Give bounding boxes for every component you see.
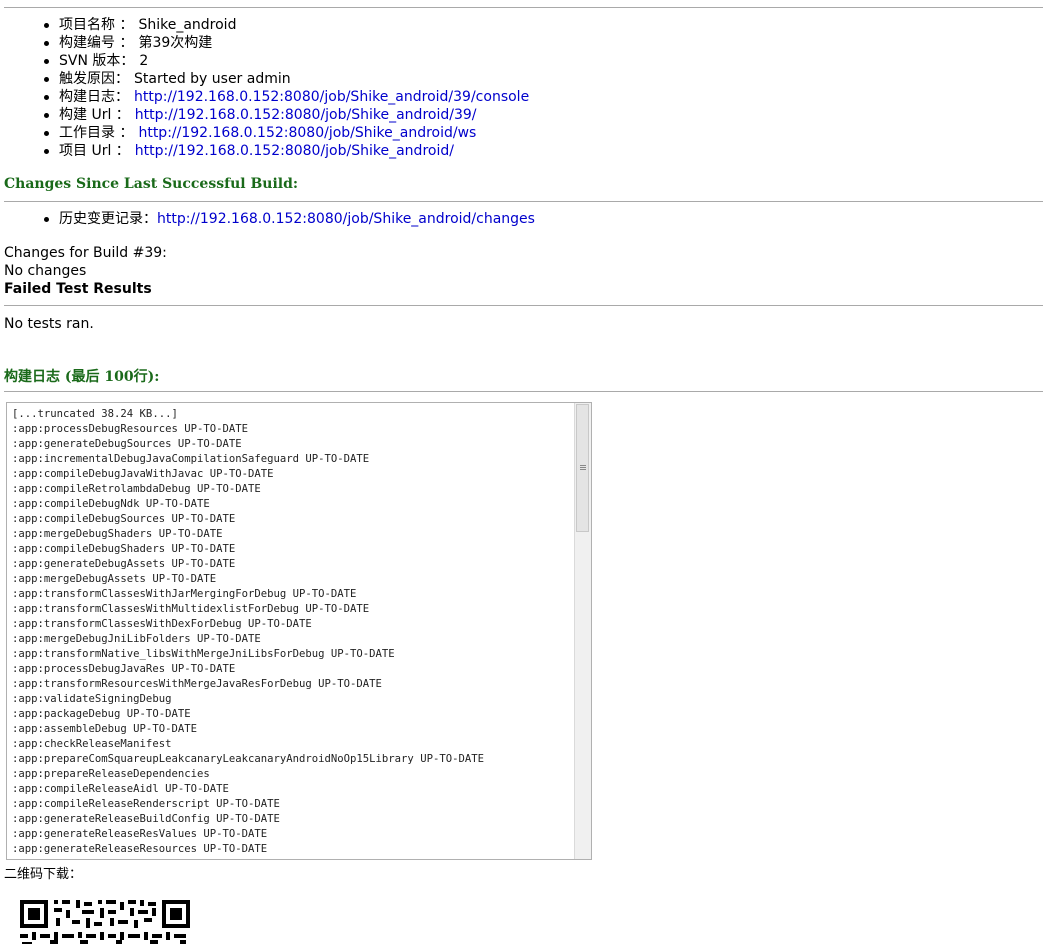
top-divider [4, 7, 1043, 8]
build-info-label: 触发原因： [59, 71, 129, 87]
log-scrollbar[interactable] [574, 403, 591, 859]
build-info-list: 项目名称 ： Shike_android 构建编号 ：第39次构建 SVN 版本： 2 触… [0, 16, 529, 160]
log-line: :app:transformClassesWithMultidexlistFor… [12, 603, 370, 615]
build-info-label: 构建 Url ： [59, 107, 130, 123]
qr-code-icon [20, 898, 190, 944]
build-info-item: 构建 Url ： http://192.168.0.152:8080/job/Sh… [0, 106, 529, 124]
build-info-item: 项目 Url ： http://192.168.0.152:8080/job/Sh… [0, 142, 529, 160]
build-info-item: 项目名称 ： Shike_android [0, 16, 529, 34]
log-line: :app:mergeDebugAssets UP-TO-DATE [12, 573, 217, 585]
build-info-value: Shike_android [138, 17, 237, 33]
log-line: :app:compileRetrolambdaDebug UP-TO-DATE [12, 483, 261, 495]
log-line: :app:generateReleaseBuildConfig UP-TO-DA… [12, 813, 280, 825]
build-info-link[interactable]: http://192.168.0.152:8080/job/Shike_andr… [135, 107, 477, 123]
log-scrollbar-thumb[interactable] [576, 404, 589, 532]
log-divider [4, 391, 1043, 392]
changes-section-title: Changes Since Last Successful Build: [4, 176, 299, 192]
qr-label: 二维码下载： [4, 867, 83, 882]
build-info-item: 构建编号 ：第39次构建 [0, 34, 529, 52]
history-item: 历史变更记录：http://192.168.0.152:8080/job/Shi… [0, 210, 535, 228]
log-line: :app:assembleDebug UP-TO-DATE [12, 723, 197, 735]
build-info-label: 构建日志： [59, 89, 129, 105]
build-info-label: 项目 Url ： [59, 143, 130, 159]
changes-divider [4, 201, 1043, 202]
log-line: :app:packageDebug UP-TO-DATE [12, 708, 191, 720]
log-line: :app:incrementalDebugJavaCompilationSafe… [12, 453, 370, 465]
no-tests-text: No tests ran. [4, 316, 94, 332]
log-line: :app:compileDebugJavaWithJavac UP-TO-DAT… [12, 468, 274, 480]
history-link[interactable]: http://192.168.0.152:8080/job/Shike_andr… [157, 211, 535, 227]
build-log-content: [...truncated 38.24 KB...] :app:processDe… [12, 407, 573, 857]
build-info-value: 2 [139, 53, 149, 69]
log-line: :app:transformResourcesWithMergeJavaResF… [12, 678, 382, 690]
log-line: :app:processDebugResources UP-TO-DATE [12, 423, 248, 435]
build-log-title: 构建日志 (最后 100行): [4, 369, 160, 385]
log-line: :app:prepareReleaseDependencies [12, 768, 210, 780]
failed-tests-title: Failed Test Results [4, 281, 152, 297]
log-line: :app:processDebugJavaRes UP-TO-DATE [12, 663, 236, 675]
changes-list: 历史变更记录：http://192.168.0.152:8080/job/Shi… [0, 210, 535, 228]
build-changes-line: Changes for Build #39: [4, 245, 167, 261]
build-log-textarea[interactable]: [...truncated 38.24 KB...] :app:processDe… [6, 402, 592, 860]
log-line: :app:checkReleaseManifest [12, 738, 172, 750]
log-line: :app:compileReleaseAidl UP-TO-DATE [12, 783, 229, 795]
build-info-link[interactable]: http://192.168.0.152:8080/job/Shike_andr… [135, 143, 454, 159]
build-info-link[interactable]: http://192.168.0.152:8080/job/Shike_andr… [134, 89, 529, 105]
log-line: :app:compileDebugNdk UP-TO-DATE [12, 498, 210, 510]
build-info-item: SVN 版本： 2 [0, 52, 529, 70]
log-line: :app:compileDebugSources UP-TO-DATE [12, 513, 236, 525]
build-info-label: SVN 版本： [59, 53, 135, 69]
log-line: :app:validateSigningDebug [12, 693, 172, 705]
log-line: :app:mergeDebugJniLibFolders UP-TO-DATE [12, 633, 261, 645]
grip-icon [580, 465, 586, 466]
build-info-item: 构建日志： http://192.168.0.152:8080/job/Shike… [0, 88, 529, 106]
no-changes-text: No changes [4, 263, 87, 279]
log-line: :app:generateReleaseResources UP-TO-DATE [12, 843, 268, 855]
build-info-link[interactable]: http://192.168.0.152:8080/job/Shike_andr… [138, 125, 476, 141]
build-info-item: 工作目录 ： http://192.168.0.152:8080/job/Shik… [0, 124, 529, 142]
build-info-item: 触发原因： Started by user admin [0, 70, 529, 88]
build-info-value: 第39次构建 [138, 35, 213, 51]
log-line: :app:transformNative_libsWithMergeJniLib… [12, 648, 395, 660]
build-info-label: 构建编号 ： [59, 35, 134, 51]
build-info-value: Started by user admin [134, 71, 291, 87]
tests-divider [4, 305, 1043, 306]
history-label: 历史变更记录： [59, 211, 157, 227]
log-line: :app:transformClassesWithDexForDebug UP-… [12, 618, 312, 630]
log-line: :app:generateReleaseResValues UP-TO-DATE [12, 828, 268, 840]
build-info-label: 项目名称 ： [59, 17, 134, 33]
build-info-label: 工作目录 ： [59, 125, 134, 141]
log-line: :app:generateDebugAssets UP-TO-DATE [12, 558, 236, 570]
log-line: :app:compileDebugShaders UP-TO-DATE [12, 543, 236, 555]
log-line: :app:generateDebugSources UP-TO-DATE [12, 438, 242, 450]
log-line: :app:prepareComSquareupLeakcanaryLeakcan… [12, 753, 484, 765]
log-line: :app:mergeDebugShaders UP-TO-DATE [12, 528, 223, 540]
log-line: :app:transformClassesWithJarMergingForDe… [12, 588, 357, 600]
log-line: [...truncated 38.24 KB...] [12, 408, 178, 420]
log-line: :app:compileReleaseRenderscript UP-TO-DA… [12, 798, 280, 810]
